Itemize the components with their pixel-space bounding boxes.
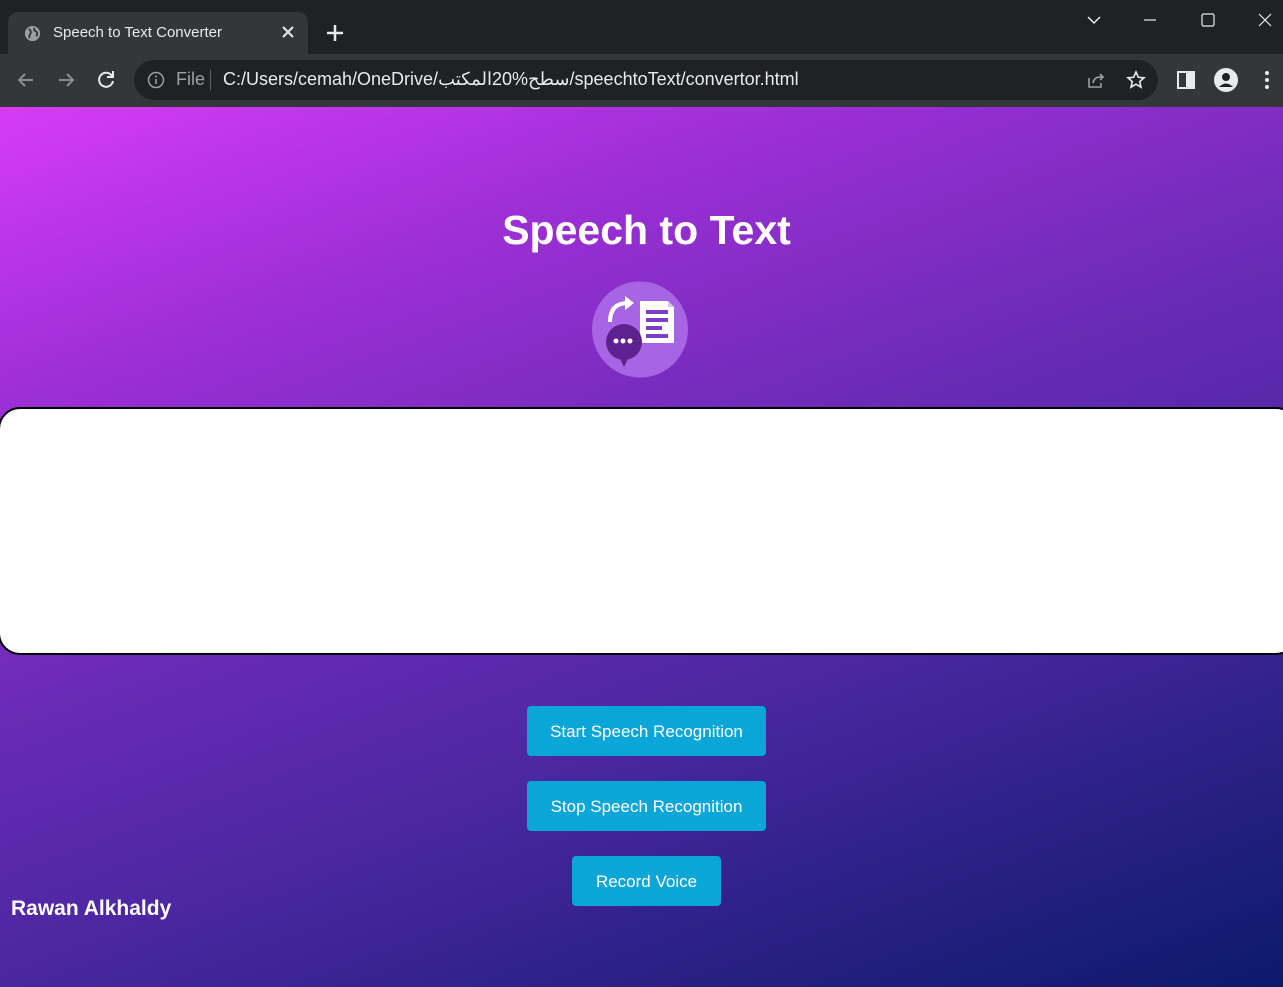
forward-arrow-icon[interactable]	[54, 68, 78, 92]
url-divider	[210, 70, 211, 90]
reload-icon[interactable]	[94, 68, 118, 92]
speech-to-text-logo-icon	[592, 281, 688, 378]
kebab-menu-icon[interactable]	[1255, 68, 1279, 92]
browser-tab[interactable]: Speech to Text Converter	[8, 12, 308, 54]
stop-recognition-button[interactable]: Stop Speech Recognition	[527, 781, 766, 831]
star-icon[interactable]	[1126, 70, 1146, 90]
back-arrow-icon[interactable]	[14, 68, 38, 92]
url-text[interactable]: C:/Users/cemah/OneDrive/سطح%20المكتب/spe…	[223, 69, 799, 90]
info-icon[interactable]	[147, 71, 165, 89]
url-scheme-label: File	[176, 69, 206, 89]
tab-title: Speech to Text Converter	[53, 24, 222, 41]
page-viewport: Speech to Text Start Speech Recognition …	[0, 107, 1283, 987]
address-bar[interactable]: File C:/Users/cemah/OneDrive/سطح%20المكت…	[134, 60, 1158, 100]
author-name: Rawan Alkhaldy	[11, 897, 172, 920]
close-icon[interactable]	[278, 22, 298, 42]
share-icon[interactable]	[1086, 70, 1106, 90]
minimize-icon[interactable]	[1136, 8, 1164, 32]
browser-toolbar: File C:/Users/cemah/OneDrive/سطح%20المكت…	[0, 54, 1283, 107]
window-close-icon[interactable]	[1251, 8, 1279, 32]
profile-icon[interactable]	[1214, 68, 1238, 92]
record-voice-button[interactable]: Record Voice	[572, 856, 721, 906]
side-panel-icon[interactable]	[1174, 68, 1198, 92]
browser-chrome: Speech to Text Converter File C:/Users/c…	[0, 0, 1283, 107]
globe-icon	[24, 25, 41, 42]
start-recognition-button[interactable]: Start Speech Recognition	[527, 706, 766, 756]
maximize-icon[interactable]	[1193, 8, 1221, 32]
plus-icon[interactable]	[322, 20, 348, 46]
transcript-output-box[interactable]	[0, 407, 1283, 655]
chevron-down-icon[interactable]	[1080, 8, 1108, 32]
page-title: Speech to Text	[502, 207, 791, 253]
